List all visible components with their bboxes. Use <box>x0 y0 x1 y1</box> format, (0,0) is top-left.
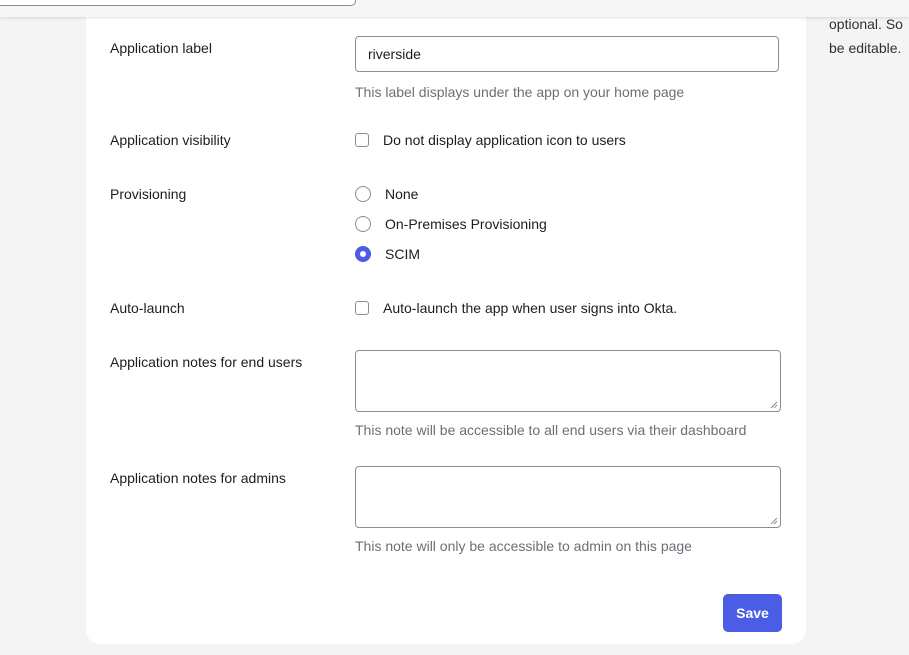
application-visibility-label: Application visibility <box>110 132 231 148</box>
provisioning-option-scim[interactable]: SCIM <box>355 244 420 264</box>
resize-grip-icon[interactable] <box>770 517 778 525</box>
application-label-label: Application label <box>110 40 212 56</box>
provisioning-scim-radio[interactable] <box>355 246 371 262</box>
application-label-help: This label displays under the app on you… <box>355 84 685 100</box>
notes-end-users-textarea[interactable] <box>355 350 781 412</box>
visibility-option[interactable]: Do not display application icon to users <box>355 130 626 150</box>
provisioning-option-none[interactable]: None <box>355 184 418 204</box>
top-header-bar <box>0 0 909 17</box>
provisioning-on-premises-radio[interactable] <box>355 216 371 232</box>
auto-launch-option-label: Auto-launch the app when user signs into… <box>383 300 678 316</box>
visibility-option-label: Do not display application icon to users <box>383 132 626 148</box>
resize-grip-icon[interactable] <box>770 401 778 409</box>
notes-end-users-help: This note will be accessible to all end … <box>355 422 747 438</box>
provisioning-label: Provisioning <box>110 186 187 202</box>
provisioning-option-on-premises[interactable]: On-Premises Provisioning <box>355 214 547 234</box>
save-button[interactable]: Save <box>723 594 782 632</box>
auto-launch-label: Auto-launch <box>110 300 185 316</box>
provisioning-scim-label: SCIM <box>385 246 420 262</box>
provisioning-none-radio[interactable] <box>355 186 371 202</box>
notes-end-users-label: Application notes for end users <box>110 354 303 370</box>
notes-admins-label: Application notes for admins <box>110 470 286 486</box>
general-settings-card: Application label riverside This label d… <box>86 0 806 644</box>
auto-launch-checkbox[interactable] <box>355 301 369 315</box>
application-label-input[interactable]: riverside <box>355 36 779 72</box>
side-help-line-2: be editable. <box>829 40 902 56</box>
visibility-checkbox[interactable] <box>355 133 369 147</box>
notes-admins-help: This note will only be accessible to adm… <box>355 538 692 554</box>
notes-admins-textarea[interactable] <box>355 466 781 528</box>
provisioning-on-premises-label: On-Premises Provisioning <box>385 216 547 232</box>
provisioning-none-label: None <box>385 186 419 202</box>
search-input[interactable] <box>0 0 356 6</box>
auto-launch-option[interactable]: Auto-launch the app when user signs into… <box>355 298 677 318</box>
side-help-text: optional. So be editable. <box>829 12 909 60</box>
